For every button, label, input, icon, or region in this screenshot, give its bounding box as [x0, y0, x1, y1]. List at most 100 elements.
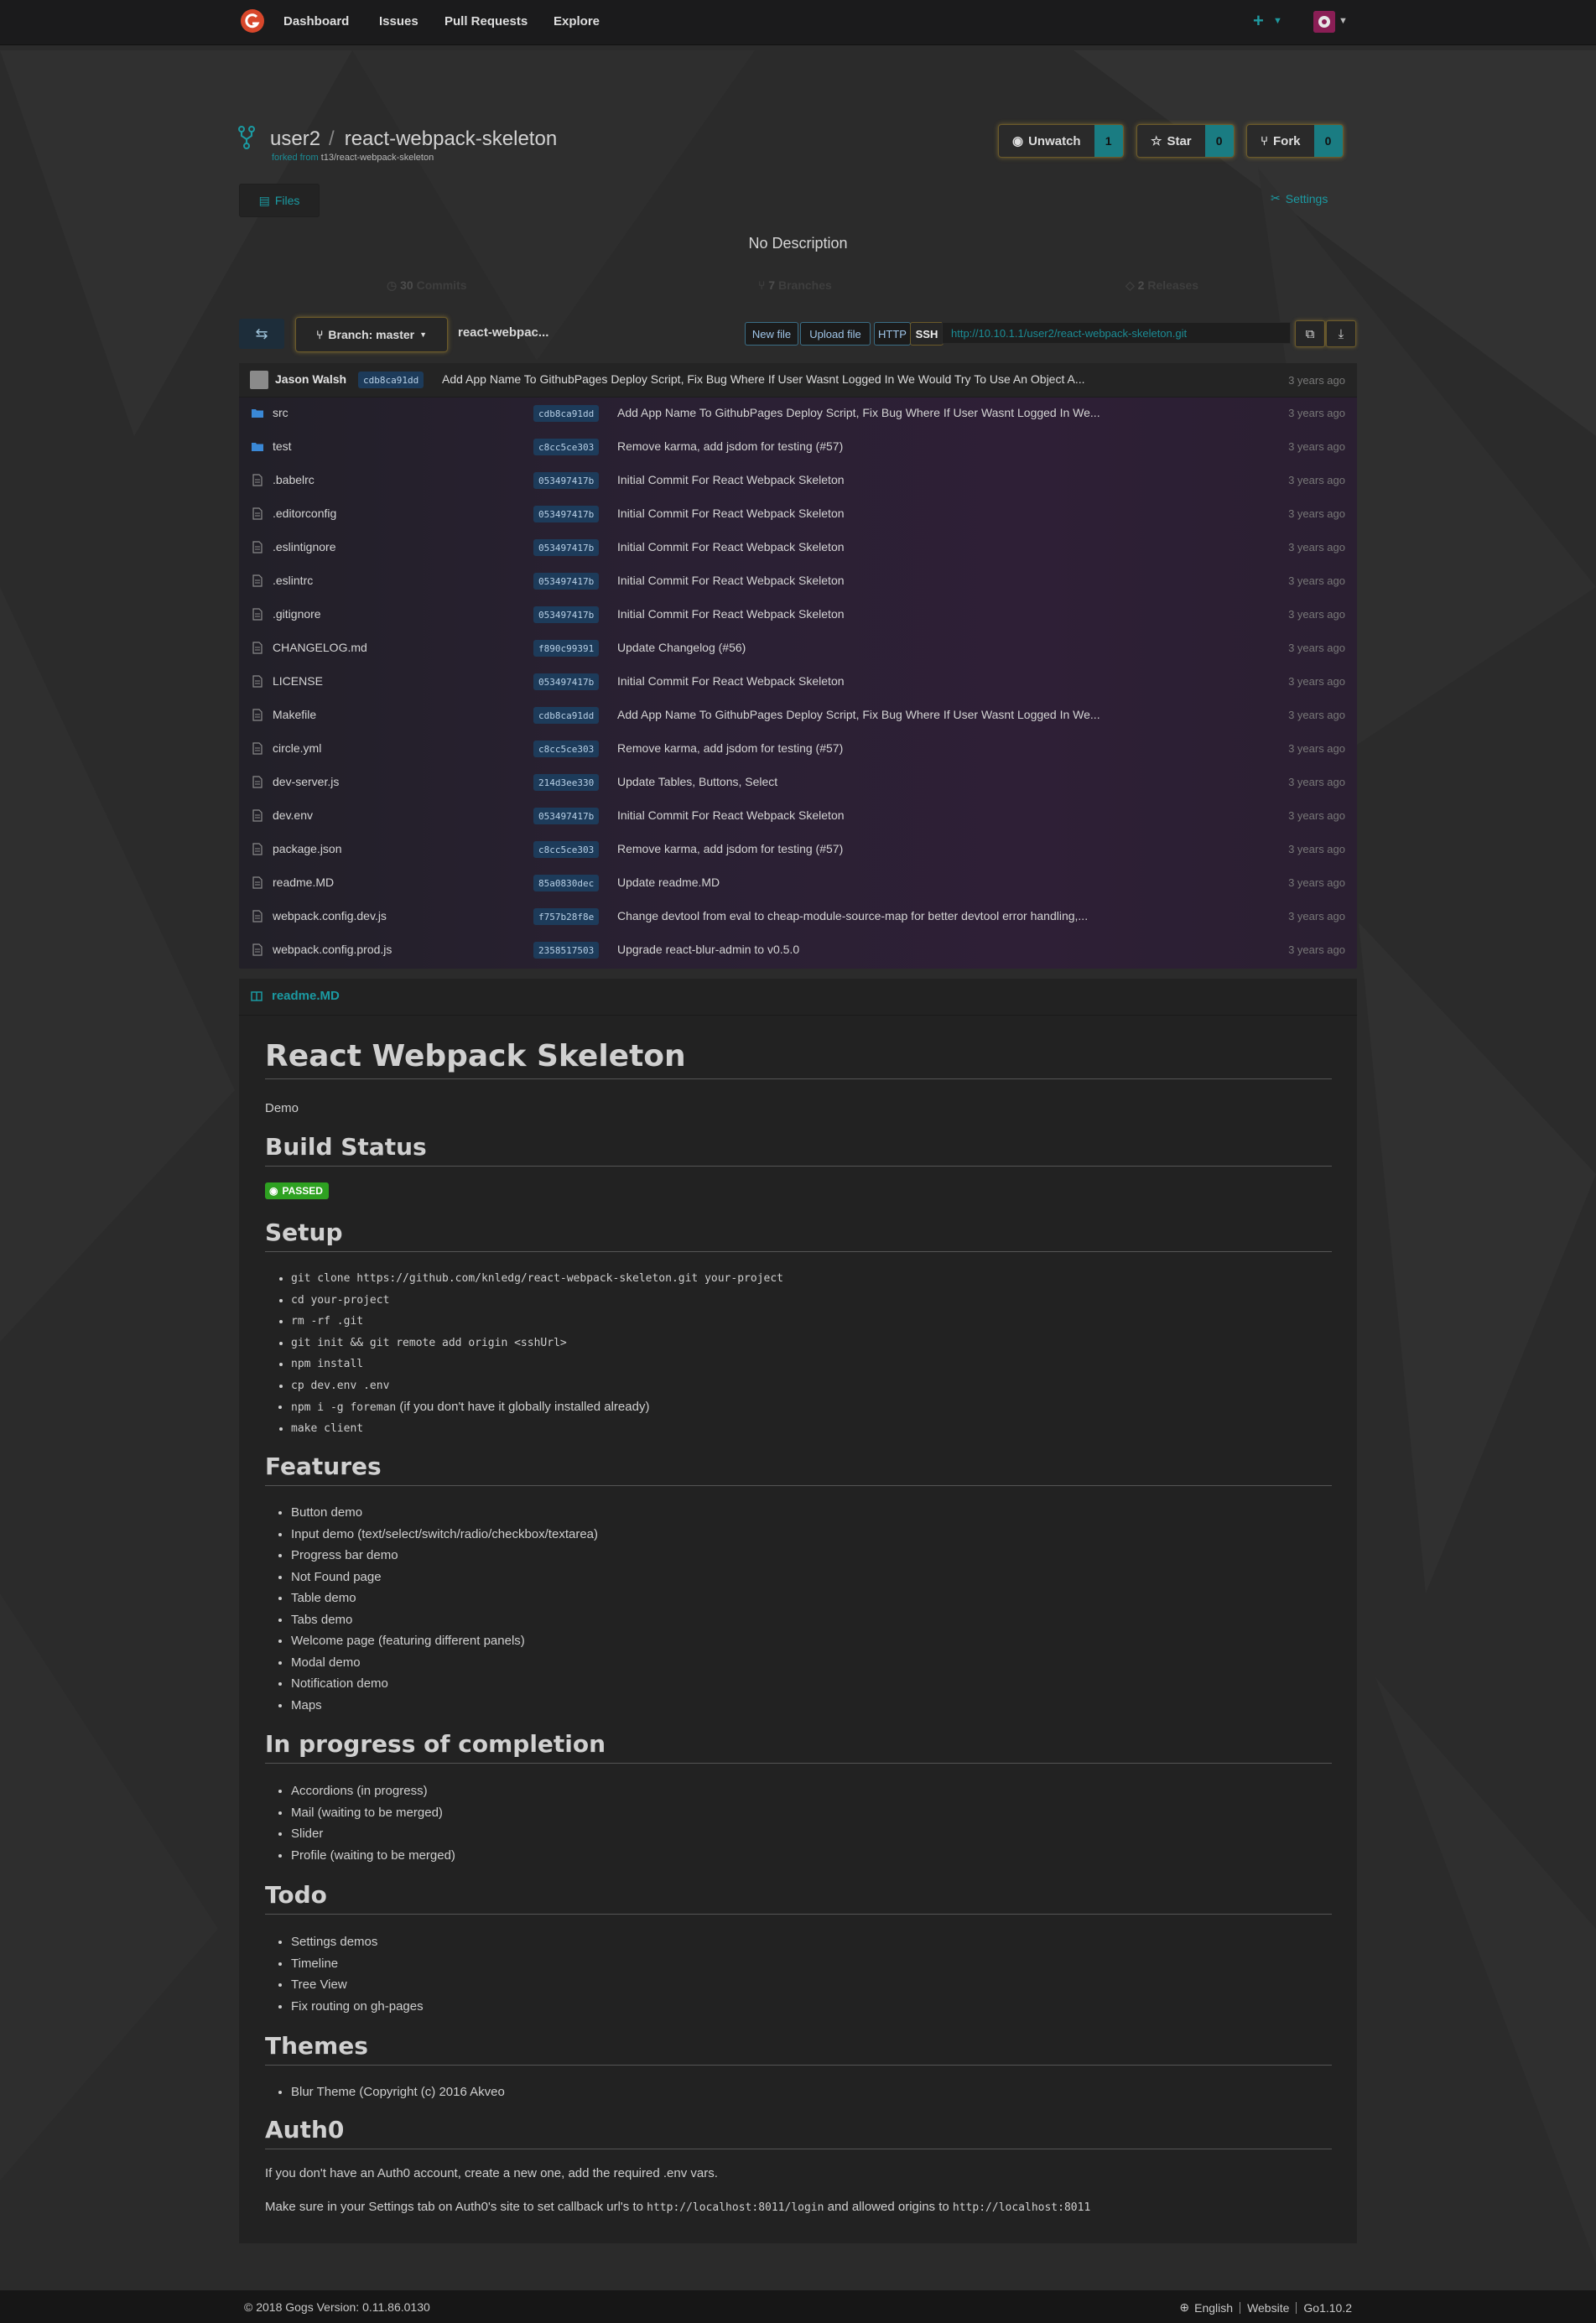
file-commit-message[interactable]: Add App Name To GithubPages Deploy Scrip… [617, 406, 1100, 419]
file-commit-sha[interactable]: 053497417b [533, 573, 600, 590]
gogs-logo-icon[interactable] [240, 8, 265, 34]
file-commit-sha[interactable]: c8cc5ce303 [533, 741, 600, 757]
file-row[interactable]: CHANGELOG.md f890c99391 Update Changelog (… [239, 631, 1357, 665]
copy-url-button[interactable]: ⧉ [1295, 320, 1325, 347]
nav-explore[interactable]: Explore [554, 14, 600, 29]
file-commit-sha[interactable]: 214d3ee330 [533, 774, 600, 791]
file-row[interactable]: webpack.config.dev.js f757b28f8e Change de… [239, 900, 1357, 933]
file-row[interactable]: .gitignore 053497417b Initial Commit For R… [239, 598, 1357, 631]
star-button[interactable]: ☆ Star 0 [1136, 124, 1235, 158]
file-row[interactable]: test c8cc5ce303 Remove karma, add jsdom fo… [239, 430, 1357, 464]
file-row[interactable]: .babelrc 053497417b Initial Commit For Rea… [239, 464, 1357, 497]
branches-stat[interactable]: ⑂ 7 Branches [758, 278, 832, 292]
file-commit-sha[interactable]: 053497417b [533, 606, 600, 623]
file-row[interactable]: src cdb8ca91dd Add App Name To GithubPages… [239, 397, 1357, 430]
nav-dashboard[interactable]: Dashboard [283, 14, 349, 29]
file-row[interactable]: Makefile cdb8ca91dd Add App Name To Github… [239, 699, 1357, 732]
file-commit-message[interactable]: Change devtool from eval to cheap-module… [617, 909, 1088, 922]
file-commit-message[interactable]: Add App Name To GithubPages Deploy Scrip… [617, 708, 1100, 721]
tab-files[interactable]: ▤ Files [239, 184, 320, 217]
upload-file-button[interactable]: Upload file [800, 322, 871, 346]
releases-stat[interactable]: ◇ 2 Releases [1126, 278, 1198, 293]
file-commit-message[interactable]: Update Changelog (#56) [617, 641, 746, 654]
file-commit-message[interactable]: Initial Commit For React Webpack Skeleto… [617, 674, 845, 688]
watch-button[interactable]: ◉ Unwatch 1 [998, 124, 1124, 158]
file-row[interactable]: .eslintignore 053497417b Initial Commit Fo… [239, 531, 1357, 564]
forked-source-link[interactable]: t13/react-webpack-skeleton [321, 153, 434, 163]
commit-author[interactable]: Jason Walsh [275, 372, 346, 386]
user-menu-caret-icon[interactable]: ▼ [1339, 16, 1348, 26]
file-commit-message[interactable]: Upgrade react-blur-admin to v0.5.0 [617, 943, 799, 956]
file-name[interactable]: circle.yml [273, 741, 321, 755]
repo-settings-link[interactable]: ✂ Settings [1271, 191, 1328, 205]
file-commit-sha[interactable]: 85a0830dec [533, 875, 600, 891]
file-commit-sha[interactable]: cdb8ca91dd [533, 707, 600, 724]
file-commit-message[interactable]: Initial Commit For React Webpack Skeleto… [617, 808, 845, 822]
file-name[interactable]: .eslintrc [273, 574, 313, 587]
nav-pull-requests[interactable]: Pull Requests [444, 14, 528, 29]
repo-name-link[interactable]: react-webpack-skeleton [345, 127, 557, 150]
author-avatar[interactable] [250, 371, 268, 389]
commit-sha[interactable]: cdb8ca91dd [358, 372, 424, 388]
website-link[interactable]: Website [1247, 2301, 1289, 2315]
file-commit-sha[interactable]: f890c99391 [533, 640, 600, 657]
clone-url-input[interactable]: http://10.10.1.1/user2/react-webpack-ske… [942, 322, 1291, 344]
nav-issues[interactable]: Issues [379, 14, 418, 29]
file-name[interactable]: test [273, 439, 292, 453]
file-commit-sha[interactable]: 053497417b [533, 539, 600, 556]
fork-button[interactable]: ⑂ Fork 0 [1246, 124, 1344, 158]
readme-demo-link[interactable]: Demo [265, 1101, 1332, 1115]
file-row[interactable]: .editorconfig 053497417b Initial Commit Fo… [239, 497, 1357, 531]
commits-stat[interactable]: ◷ 30 Commits [387, 278, 466, 293]
http-button[interactable]: HTTP [874, 322, 911, 346]
file-commit-message[interactable]: Update Tables, Buttons, Select [617, 775, 777, 788]
file-commit-message[interactable]: Update readme.MD [617, 876, 720, 889]
branch-dropdown[interactable]: ⑂ Branch: master ▼ [295, 317, 448, 352]
ssh-button[interactable]: SSH [910, 322, 944, 346]
file-name[interactable]: CHANGELOG.md [273, 641, 367, 654]
file-commit-message[interactable]: Initial Commit For React Webpack Skeleto… [617, 507, 845, 520]
language-selector[interactable]: English [1194, 2301, 1233, 2315]
new-file-button[interactable]: New file [745, 322, 798, 346]
fork-count[interactable]: 0 [1313, 125, 1343, 157]
file-commit-message[interactable]: Remove karma, add jsdom for testing (#57… [617, 842, 843, 855]
file-commit-message[interactable]: Remove karma, add jsdom for testing (#57… [617, 741, 843, 755]
file-commit-message[interactable]: Initial Commit For React Webpack Skeleto… [617, 473, 845, 486]
file-name[interactable]: dev-server.js [273, 775, 339, 788]
file-name[interactable]: Makefile [273, 708, 316, 721]
file-row[interactable]: LICENSE 053497417b Initial Commit For Reac… [239, 665, 1357, 699]
file-commit-message[interactable]: Initial Commit For React Webpack Skeleto… [617, 574, 845, 587]
file-commit-sha[interactable]: 053497417b [533, 506, 600, 522]
file-name[interactable]: .babelrc [273, 473, 315, 486]
file-name[interactable]: dev.env [273, 808, 313, 822]
file-row[interactable]: dev.env 053497417b Initial Commit For Reac… [239, 799, 1357, 833]
create-new-icon[interactable]: + [1253, 10, 1264, 32]
file-row[interactable]: readme.MD 85a0830dec Update readme.MD 3 yea… [239, 866, 1357, 900]
file-commit-message[interactable]: Initial Commit For React Webpack Skeleto… [617, 607, 845, 621]
file-commit-sha[interactable]: c8cc5ce303 [533, 439, 600, 455]
file-commit-sha[interactable]: 2358517503 [533, 942, 600, 959]
file-name[interactable]: webpack.config.dev.js [273, 909, 387, 922]
file-name[interactable]: readme.MD [273, 876, 334, 889]
watch-count[interactable]: 1 [1094, 125, 1123, 157]
user-avatar[interactable] [1313, 11, 1335, 33]
file-commit-sha[interactable]: cdb8ca91dd [533, 405, 600, 422]
file-row[interactable]: .eslintrc 053497417b Initial Commit For Re… [239, 564, 1357, 598]
star-count[interactable]: 0 [1204, 125, 1234, 157]
repo-owner-link[interactable]: user2 [270, 127, 320, 150]
file-commit-sha[interactable]: 053497417b [533, 673, 600, 690]
download-button[interactable]: ⤓ [1326, 320, 1356, 347]
file-name[interactable]: .eslintignore [273, 540, 336, 553]
file-row[interactable]: circle.yml c8cc5ce303 Remove karma, add js… [239, 732, 1357, 766]
file-commit-sha[interactable]: c8cc5ce303 [533, 841, 600, 858]
compare-button[interactable]: ⇆ [239, 319, 284, 349]
file-name[interactable]: package.json [273, 842, 342, 855]
file-commit-message[interactable]: Initial Commit For React Webpack Skeleto… [617, 540, 845, 553]
file-row[interactable]: webpack.config.prod.js 2358517503 Upgrade … [239, 933, 1357, 967]
file-row[interactable]: package.json c8cc5ce303 Remove karma, add … [239, 833, 1357, 866]
file-row[interactable]: dev-server.js 214d3ee330 Update Tables, Bu… [239, 766, 1357, 799]
build-status-badge[interactable]: ◉ PASSED [265, 1182, 329, 1199]
commit-message[interactable]: Add App Name To GithubPages Deploy Scrip… [442, 372, 1085, 386]
file-commit-sha[interactable]: f757b28f8e [533, 908, 600, 925]
readme-filename[interactable]: readme.MD [272, 989, 340, 1003]
